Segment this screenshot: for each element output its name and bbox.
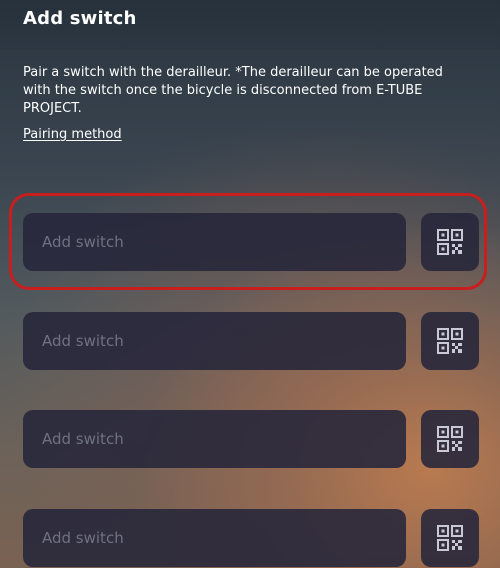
add-switch-field-4[interactable]: Add switch — [23, 509, 406, 567]
switch-row-3: Add switch — [23, 410, 483, 468]
scan-qr-button-2[interactable] — [421, 312, 479, 370]
qr-code-icon — [437, 525, 463, 551]
add-switch-field-2[interactable]: Add switch — [23, 312, 406, 370]
switch-row-1: Add switch — [23, 213, 483, 271]
qr-code-icon — [437, 229, 463, 255]
qr-code-icon — [437, 328, 463, 354]
switch-row-2: Add switch — [23, 312, 483, 370]
add-switch-field-1[interactable]: Add switch — [23, 213, 406, 271]
scan-qr-button-4[interactable] — [421, 509, 479, 567]
page-title: Add switch — [23, 8, 137, 29]
qr-code-icon — [437, 426, 463, 452]
pairing-method-link[interactable]: Pairing method — [23, 127, 122, 142]
scan-qr-button-1[interactable] — [421, 213, 479, 271]
switch-row-4: Add switch — [23, 509, 483, 567]
add-switch-field-3[interactable]: Add switch — [23, 410, 406, 468]
pairing-description: Pair a switch with the derailleur. *The … — [23, 65, 443, 116]
scan-qr-button-3[interactable] — [421, 410, 479, 468]
